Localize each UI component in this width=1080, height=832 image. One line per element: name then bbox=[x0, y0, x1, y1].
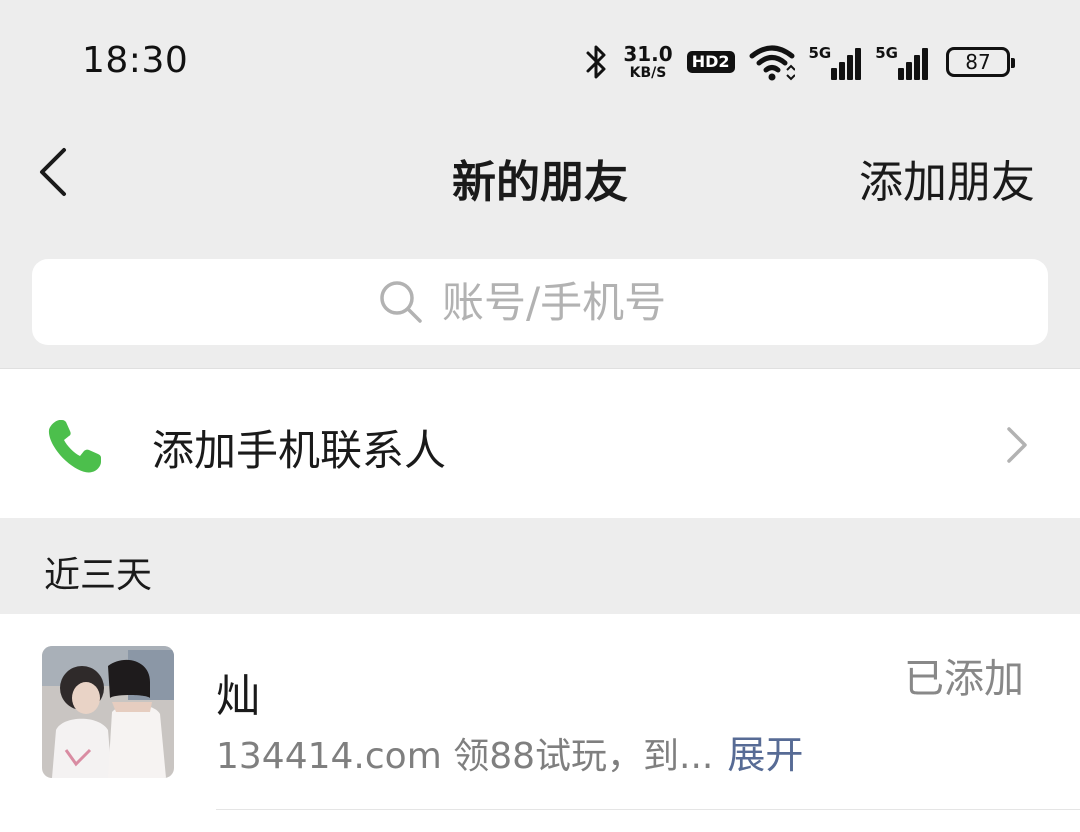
friend-message: 134414.com 领88试玩，到... 展开 bbox=[216, 724, 803, 779]
expand-link[interactable]: 展开 bbox=[727, 733, 803, 777]
hd-voice-badge: HD2 bbox=[686, 51, 735, 73]
friend-request-list: 灿 134414.com 领88试玩，到... 展开 已添加 bbox=[0, 614, 1080, 832]
signal-icon-sim2: 5G bbox=[875, 44, 928, 80]
nav-bar: 新的朋友 添加朋友 bbox=[0, 120, 1080, 230]
friend-request-item[interactable]: 灿 134414.com 领88试玩，到... 展开 已添加 bbox=[0, 614, 1080, 810]
bluetooth-icon bbox=[586, 45, 606, 79]
network-speed: 31.0 KB/S bbox=[623, 44, 672, 80]
network-speed-value: 31.0 bbox=[623, 42, 673, 66]
section-header-recent: 近三天 bbox=[0, 518, 1080, 614]
signal-label-sim1: 5G bbox=[808, 44, 832, 62]
phone-icon bbox=[48, 420, 101, 473]
battery-icon: 87 bbox=[946, 47, 1015, 77]
status-bar: 18:30 31.0 KB/S HD2 5G 5G 87 bbox=[0, 0, 1080, 120]
signal-icon-sim1: 5G bbox=[809, 44, 862, 80]
chevron-right-icon bbox=[1007, 427, 1027, 463]
friend-name: 灿 bbox=[216, 671, 260, 722]
add-friend-button[interactable]: 添加朋友 bbox=[859, 146, 1035, 210]
search-input[interactable] bbox=[442, 277, 702, 327]
add-phone-contacts-label: 添加手机联系人 bbox=[152, 426, 447, 475]
battery-level: 87 bbox=[965, 50, 991, 74]
network-speed-unit: KB/S bbox=[629, 65, 667, 81]
signal-label-sim2: 5G bbox=[875, 44, 898, 62]
friend-status: 已添加 bbox=[904, 656, 1024, 702]
add-phone-contacts-row[interactable]: 添加手机联系人 bbox=[0, 368, 1080, 518]
avatar bbox=[42, 646, 174, 778]
wifi-icon bbox=[749, 45, 795, 81]
section-title: 近三天 bbox=[44, 555, 153, 596]
status-icons: 31.0 KB/S HD2 5G 5G 87 bbox=[583, 38, 1015, 86]
row-divider bbox=[216, 809, 1080, 810]
search-icon bbox=[380, 281, 422, 323]
search-box[interactable] bbox=[32, 259, 1048, 345]
status-time: 18:30 bbox=[82, 40, 189, 81]
back-button[interactable] bbox=[30, 142, 78, 202]
friend-message-text: 134414.com 领88试玩，到... bbox=[216, 736, 714, 777]
